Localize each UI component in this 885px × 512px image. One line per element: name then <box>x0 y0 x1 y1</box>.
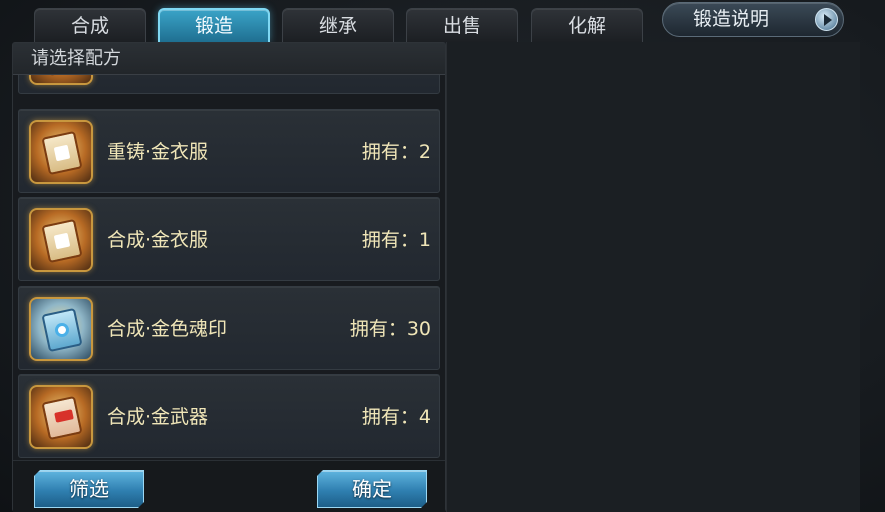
tab-synthesize[interactable]: 合成 <box>34 8 146 42</box>
weapon-scroll-icon <box>29 385 93 449</box>
list-item[interactable] <box>18 75 440 94</box>
list-item[interactable]: 合成·金色魂印 拥有：30 <box>18 286 440 370</box>
recipe-name: 合成·金色魂印 <box>107 318 228 340</box>
list-item[interactable]: 合成·金武器 拥有：4 <box>18 374 440 458</box>
tab-sell[interactable]: 出售 <box>406 8 518 42</box>
recipe-owned-count: 拥有：30 <box>349 318 431 340</box>
tab-forge[interactable]: 锻造 <box>158 8 270 42</box>
filter-button[interactable]: 筛选 <box>34 470 144 508</box>
confirm-button[interactable]: 确定 <box>317 470 427 508</box>
scroll-icon <box>29 75 93 85</box>
recipe-list[interactable]: 重铸·金衣服 拥有：2 合成·金衣服 拥有：1 合成·金色魂印 拥有：30 合成… <box>14 75 442 460</box>
armor-scroll-icon <box>29 120 93 184</box>
detail-panel <box>446 42 860 512</box>
armor-scroll-icon <box>29 208 93 272</box>
play-icon <box>815 8 838 31</box>
recipe-name: 合成·金武器 <box>107 406 209 428</box>
recipe-owned-count: 拥有：1 <box>361 229 431 251</box>
list-item[interactable]: 重铸·金衣服 拥有：2 <box>18 109 440 193</box>
tab-inherit[interactable]: 继承 <box>282 8 394 42</box>
list-item[interactable]: 合成·金衣服 拥有：1 <box>18 197 440 281</box>
recipe-owned-count: 拥有：4 <box>361 406 431 428</box>
recipe-name: 合成·金衣服 <box>107 229 209 251</box>
forge-help-label: 锻造说明 <box>693 8 770 30</box>
tab-dissolve[interactable]: 化解 <box>531 8 643 42</box>
panel-title: 请选择配方 <box>13 43 445 75</box>
recipe-owned-count: 拥有：2 <box>361 141 431 163</box>
recipe-name: 重铸·金衣服 <box>107 141 209 163</box>
soul-seal-scroll-icon <box>29 297 93 361</box>
forge-help-button[interactable]: 锻造说明 <box>662 2 844 37</box>
